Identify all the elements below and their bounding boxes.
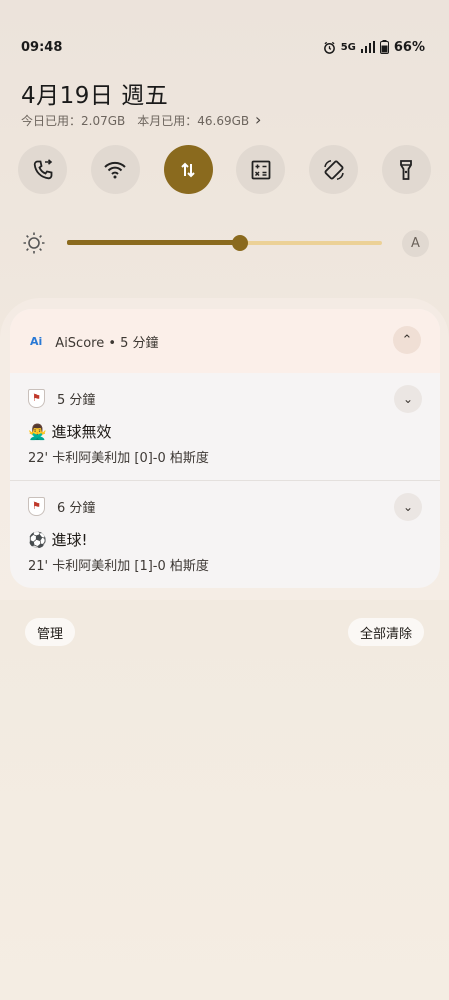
chevron-down-icon: ⌄ <box>402 392 414 406</box>
tile-mobile-data[interactable] <box>163 145 213 194</box>
brightness-icon <box>23 232 45 254</box>
quick-settings-tiles <box>18 145 431 194</box>
date-label: 4月19日 週五 <box>21 83 169 109</box>
notification-title: 🙅‍♂️ 進球無效 <box>28 421 422 442</box>
notification-time: 6 分鐘 <box>57 501 96 516</box>
app-group-header[interactable]: Ai AiScore • 5 分鐘 ⌃ <box>10 309 440 373</box>
brightness-fill <box>67 240 241 245</box>
notification-item[interactable]: ⚑ 6 分鐘 ⌄ ⚽ 進球! 21' 卡利阿美利加 [1]-0 柏斯度 <box>10 480 440 587</box>
soccer-ball-emoji: ⚽ <box>28 531 47 549</box>
notification-time: 5 分鐘 <box>57 393 96 408</box>
manage-button[interactable]: 管理 <box>25 618 76 646</box>
data-usage[interactable]: 今日已用：2.07GB 本月已用：46.69GB <box>21 112 269 129</box>
wifi-icon <box>104 161 127 178</box>
chevron-up-icon: ⌃ <box>401 332 413 348</box>
status-bar: 09:48 5G 66% <box>21 36 425 58</box>
gesture-emoji: 🙅‍♂️ <box>28 423 47 441</box>
calculator-icon <box>251 160 271 179</box>
team-crest-icon: ⚑ <box>28 389 45 408</box>
tile-wifi[interactable] <box>90 145 140 194</box>
network-type: 5G <box>340 41 356 53</box>
brightness-control: A <box>22 228 429 258</box>
alarm-icon <box>323 41 335 54</box>
auto-brightness-button[interactable]: A <box>402 230 429 257</box>
battery-percent: 66% <box>393 39 425 55</box>
chevron-down-icon: ⌄ <box>402 500 414 514</box>
notification-header: ⚑ 6 分鐘 <box>28 497 422 516</box>
battery-icon <box>379 40 389 54</box>
aiscore-logo: Ai <box>30 334 43 348</box>
tile-auto-rotate[interactable] <box>309 145 359 194</box>
notification-title-text: 進球無效 <box>51 423 112 441</box>
signal-icon <box>360 41 375 53</box>
chevron-right-icon[interactable]: › <box>255 110 261 129</box>
call-forward-icon <box>33 158 52 179</box>
notification-title: ⚽ 進球! <box>28 529 422 550</box>
flashlight-icon <box>400 159 413 180</box>
usage-month: 本月已用：46.69GB <box>137 114 250 128</box>
tile-call[interactable] <box>18 145 67 194</box>
notification-item[interactable]: ⚑ 5 分鐘 ⌄ 🙅‍♂️ 進球無效 22' 卡利阿美利加 [0]-0 柏斯度 <box>10 373 440 480</box>
team-crest-icon: ⚑ <box>28 497 45 516</box>
collapse-button[interactable]: ⌃ <box>393 326 421 354</box>
expand-button[interactable]: ⌄ <box>394 385 422 413</box>
auto-rotate-icon <box>323 159 344 180</box>
mobile-data-icon <box>181 162 195 177</box>
clock: 09:48 <box>21 39 63 55</box>
expand-button[interactable]: ⌄ <box>394 493 422 521</box>
tile-calculator[interactable] <box>236 145 286 194</box>
app-title: AiScore • 5 分鐘 <box>55 335 159 351</box>
notification-header: ⚑ 5 分鐘 <box>28 389 422 408</box>
tile-flashlight[interactable] <box>381 145 431 194</box>
usage-today: 今日已用：2.07GB <box>21 114 126 128</box>
clear-all-button[interactable]: 全部清除 <box>347 618 424 646</box>
brightness-slider-thumb[interactable] <box>232 235 249 251</box>
status-icons: 5G 66% <box>323 40 425 55</box>
notification-group[interactable]: Ai AiScore • 5 分鐘 ⌃ ⚑ 5 分鐘 ⌄ 🙅‍♂️ 進球無效 2… <box>10 309 440 588</box>
notification-text: 21' 卡利阿美利加 [1]-0 柏斯度 <box>28 559 209 574</box>
notification-text: 22' 卡利阿美利加 [0]-0 柏斯度 <box>28 451 209 466</box>
notification-title-text: 進球! <box>51 531 88 549</box>
